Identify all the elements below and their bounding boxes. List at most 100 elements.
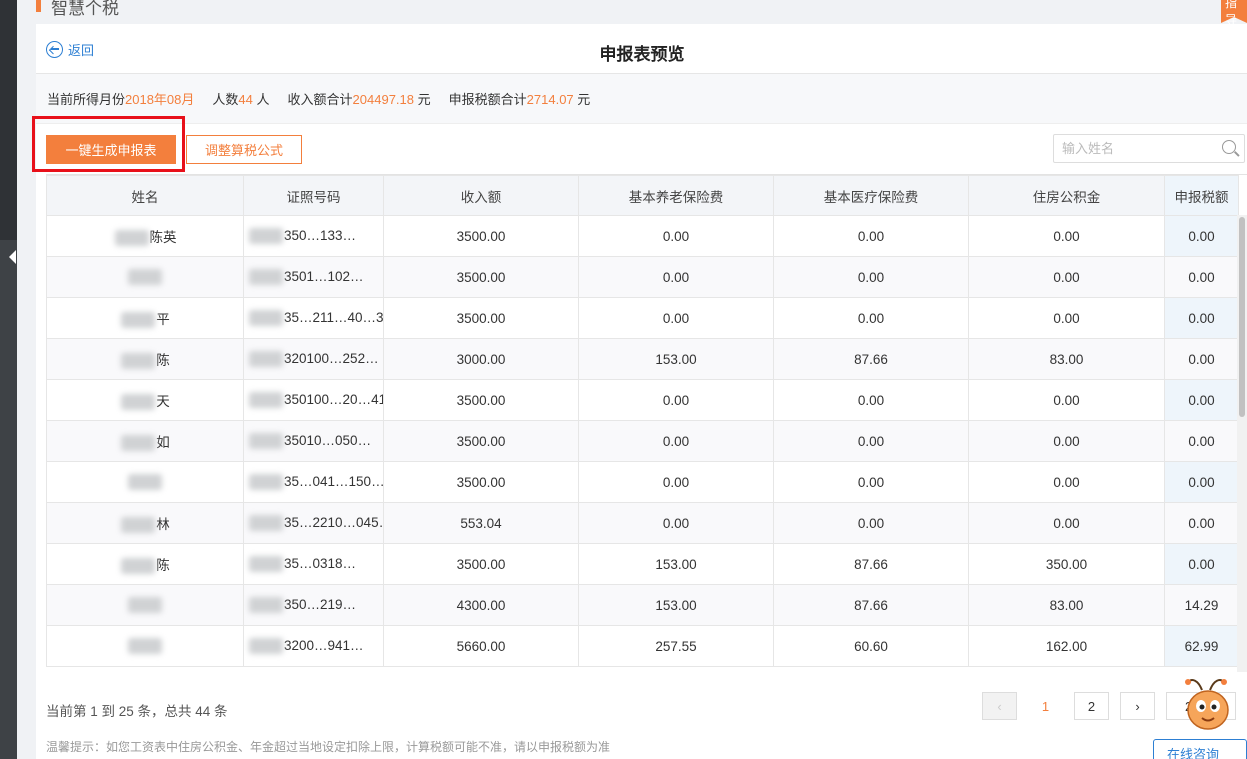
page-1-button[interactable]: 1 <box>1028 692 1063 720</box>
cell-name: 陈 <box>46 543 244 585</box>
cell-pension: 153.00 <box>578 584 774 626</box>
redaction-blur <box>249 310 283 327</box>
cell-tax: 0.00 <box>1164 543 1239 585</box>
cell-medical: 0.00 <box>773 379 969 421</box>
online-consult-button[interactable]: 在线咨询 <box>1153 739 1247 759</box>
generate-report-button[interactable]: 一键生成申报表 <box>46 135 176 164</box>
table-row[interactable]: 如 35010…050… 3500.00 0.00 0.00 0.00 0.00 <box>46 420 1239 462</box>
cell-name: 林 <box>46 502 244 544</box>
table-row[interactable]: 陈 320100…252… 3000.00 153.00 87.66 83.00 0.00 <box>46 338 1239 380</box>
cell-income: 3500.00 <box>383 297 579 339</box>
col-name[interactable]: 姓名 <box>46 175 244 216</box>
table-row[interactable]: 陈英 350…133… 3500.00 0.00 0.00 0.00 0.00 <box>46 215 1239 257</box>
redaction-blur <box>249 433 283 450</box>
cell-name: 如 <box>46 420 244 462</box>
main-panel: 返回 申报表预览 当前所得月份2018年08月 人数44 人 收入额合计2044… <box>32 24 1247 759</box>
cell-income: 4300.00 <box>383 584 579 626</box>
cell-medical: 0.00 <box>773 502 969 544</box>
collapse-arrow-icon[interactable] <box>9 250 16 264</box>
redaction-blur <box>121 558 156 575</box>
page-2-button[interactable]: 2 <box>1074 692 1109 720</box>
cell-name <box>46 625 244 667</box>
cell-tax: 0.00 <box>1164 297 1239 339</box>
redaction-blur <box>121 312 156 329</box>
table-scroll-thumb[interactable] <box>1239 217 1245 417</box>
cell-housing: 0.00 <box>968 297 1165 339</box>
col-tax[interactable]: 申报税额 <box>1164 175 1239 216</box>
redaction-blur <box>121 394 156 411</box>
table-row[interactable]: 天350100…20…4171…3500.000.000.000.000.00 <box>46 379 1239 421</box>
title-accent <box>36 0 41 12</box>
cell-name: 天 <box>46 379 244 421</box>
col-medical[interactable]: 基本医疗保险费 <box>773 175 969 216</box>
col-housing[interactable]: 住房公积金 <box>968 175 1165 216</box>
cell-name: 平 <box>46 297 244 339</box>
tax-summary: 申报税额合计2714.07 元 <box>448 92 591 107</box>
name-search-input[interactable] <box>1054 135 1214 162</box>
cell-income: 3500.00 <box>383 461 579 503</box>
col-pension[interactable]: 基本养老保险费 <box>578 175 774 216</box>
cell-id: 350…219… <box>243 584 384 626</box>
cell-id: 350100…20…4171… <box>243 379 384 421</box>
redaction-blur <box>128 638 162 655</box>
cell-id: 320100…252… <box>243 338 384 380</box>
cell-medical: 87.66 <box>773 338 969 380</box>
cell-income: 5660.00 <box>383 625 579 667</box>
cell-housing: 0.00 <box>968 379 1165 421</box>
cell-name: 陈英 <box>46 215 244 257</box>
table-row[interactable]: 陈 35…0318… 3500.00 153.00 87.66 350.00 0.00 <box>46 543 1239 585</box>
cell-name: 陈 <box>46 338 244 380</box>
table-row[interactable]: 林 35…2210…045… 553.04 0.00 0.00 0.00 0.00 <box>46 502 1239 544</box>
cell-pension: 0.00 <box>578 256 774 298</box>
cell-id: 3200…941… <box>243 625 384 667</box>
next-page-button[interactable]: › <box>1120 692 1155 720</box>
page-title: 申报表预览 <box>599 45 685 64</box>
cell-tax: 0.00 <box>1164 461 1239 503</box>
cell-income: 3500.00 <box>383 256 579 298</box>
cell-tax: 0.00 <box>1164 502 1239 544</box>
redaction-blur <box>121 435 156 452</box>
cell-medical: 0.00 <box>773 215 969 257</box>
prev-page-button[interactable]: ‹ <box>982 692 1017 720</box>
cell-pension: 257.55 <box>578 625 774 667</box>
month-summary: 当前所得月份2018年08月 <box>47 92 195 107</box>
cell-id: 35…041…150… <box>243 461 384 503</box>
col-id[interactable]: 证照号码 <box>243 175 384 216</box>
cell-income: 3000.00 <box>383 338 579 380</box>
table-row[interactable]: 3501…102… 3500.00 0.00 0.00 0.00 0.00 <box>46 256 1239 298</box>
cell-tax: 0.00 <box>1164 256 1239 298</box>
table-scrollbar[interactable] <box>1237 215 1247 672</box>
redaction-blur <box>249 228 283 245</box>
mascot-icon[interactable] <box>1180 676 1236 734</box>
cell-tax: 14.29 <box>1164 584 1239 626</box>
cell-housing: 350.00 <box>968 543 1165 585</box>
cell-medical: 87.66 <box>773 584 969 626</box>
table-row[interactable]: 350…219… 4300.00 153.00 87.66 83.00 14.29 <box>46 584 1239 626</box>
cell-id: 35…0318… <box>243 543 384 585</box>
col-income[interactable]: 收入额 <box>383 175 579 216</box>
redaction-blur <box>128 474 162 491</box>
cell-name <box>46 584 244 626</box>
table-row[interactable]: 35…041…150… 3500.00 0.00 0.00 0.00 0.00 <box>46 461 1239 503</box>
cell-housing: 0.00 <box>968 215 1165 257</box>
cell-id: 3501…102… <box>243 256 384 298</box>
toolbar: 一键生成申报表 调整算税公式 <box>32 116 1247 176</box>
cell-income: 3500.00 <box>383 543 579 585</box>
table-row[interactable]: 3200…941… 5660.00 257.55 60.60 162.00 62.99 <box>46 625 1239 667</box>
search-icon[interactable] <box>1222 140 1236 154</box>
cell-pension: 0.00 <box>578 461 774 503</box>
cell-housing: 83.00 <box>968 338 1165 380</box>
table-row[interactable]: 平35…211…40…31…3500.000.000.000.000.00 <box>46 297 1239 339</box>
cell-housing: 0.00 <box>968 502 1165 544</box>
count-summary: 人数44 人 <box>212 92 270 107</box>
adjust-formula-button[interactable]: 调整算税公式 <box>186 135 302 164</box>
cell-pension: 0.00 <box>578 420 774 462</box>
cell-housing: 162.00 <box>968 625 1165 667</box>
cell-tax: 0.00 <box>1164 338 1239 380</box>
table-header-row: 姓名 证照号码 收入额 基本养老保险费 基本医疗保险费 住房公积金 申报税额 <box>46 175 1239 216</box>
guide-flag[interactable]: 指导 <box>1221 0 1247 27</box>
report-table-wrap: 姓名 证照号码 收入额 基本养老保险费 基本医疗保险费 住房公积金 申报税额 陈… <box>46 174 1247 672</box>
redaction-blur <box>249 351 283 368</box>
cell-name <box>46 461 244 503</box>
cell-housing: 0.00 <box>968 256 1165 298</box>
